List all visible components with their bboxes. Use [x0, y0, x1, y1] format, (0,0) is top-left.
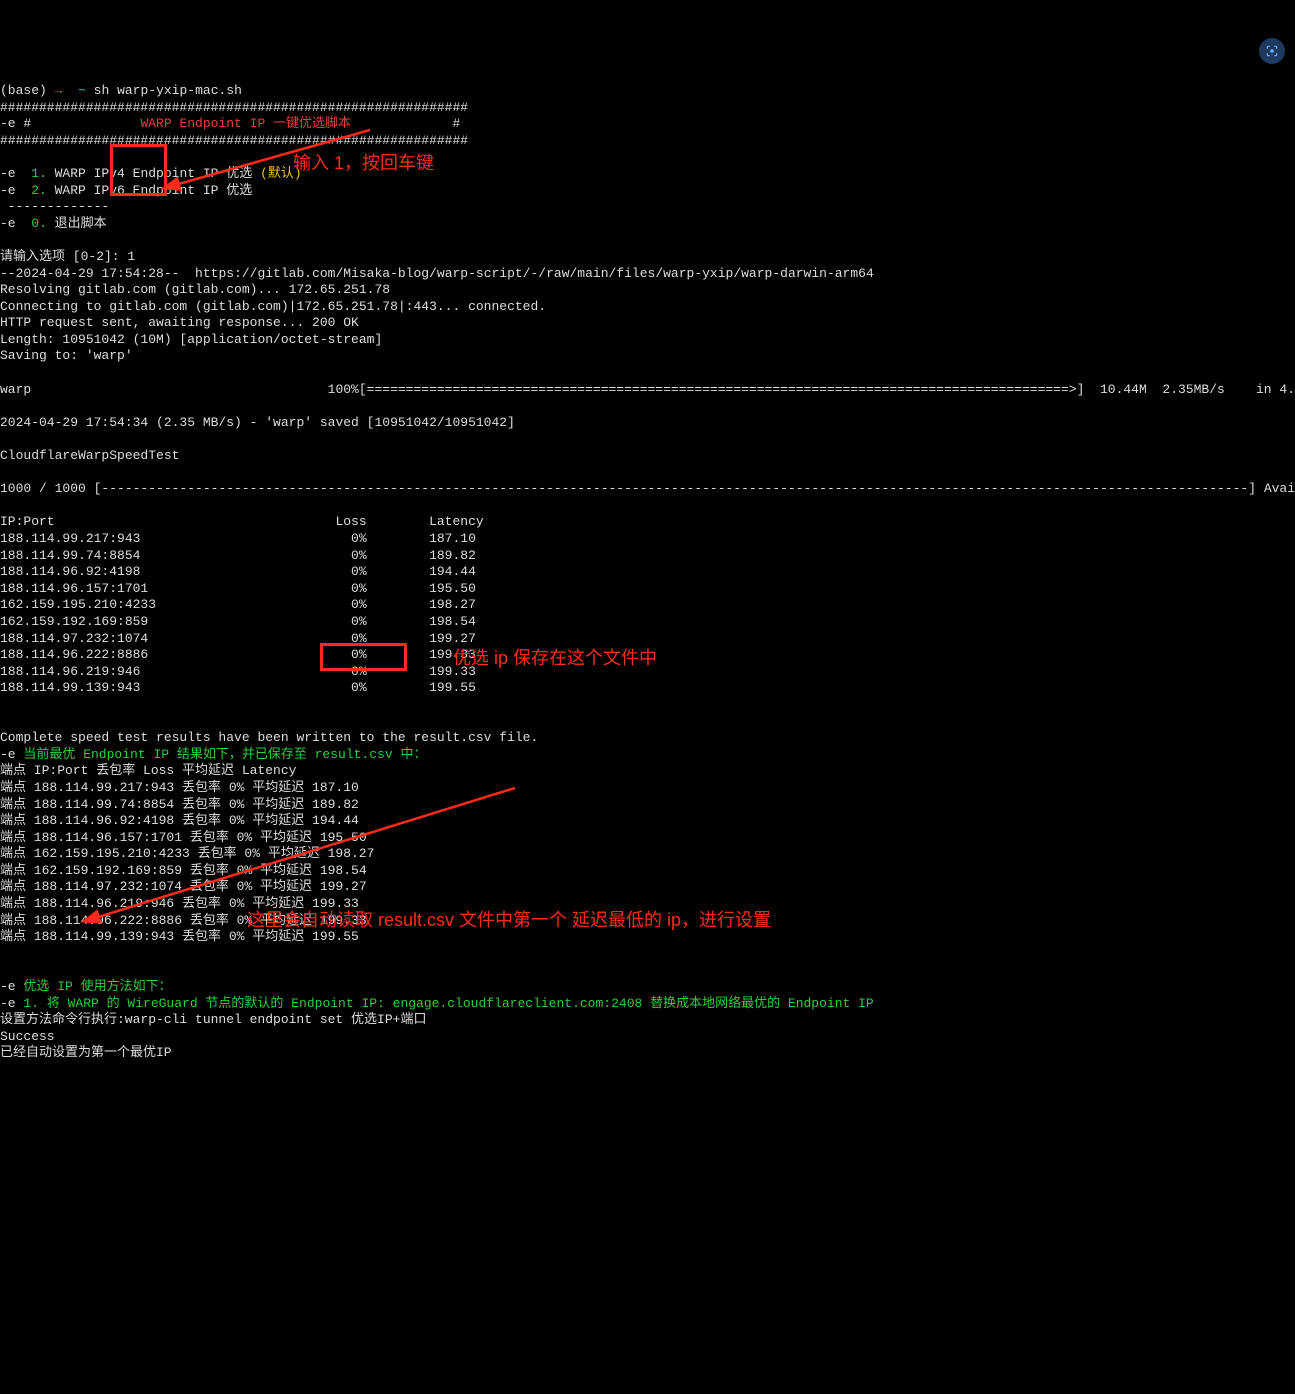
prompt-arrow-icon: → — [55, 83, 63, 98]
annotation-text-1: 输入 1，按回车键 — [293, 155, 434, 172]
menu-2-num: 2. — [31, 183, 47, 198]
usage-success: Success — [0, 1029, 55, 1044]
usage-pre: -e — [0, 979, 23, 994]
banner-prefix: -e # — [0, 116, 31, 131]
input-prompt: 请输入选项 [0-2]: — [0, 249, 127, 264]
best-file: result.csv — [315, 747, 393, 762]
menu-0-pre: -e — [0, 216, 31, 231]
wget-http: HTTP request sent, awaiting response... … — [0, 315, 359, 330]
menu-0-txt: 退出脚本 — [47, 216, 107, 231]
wget-saved: 2024-04-29 17:54:34 (2.35 MB/s) - 'warp'… — [0, 415, 515, 430]
hashline-2: ########################################… — [0, 133, 468, 148]
speedtest-rows: 188.114.99.217:943 0% 187.10 188.114.99.… — [0, 531, 1295, 697]
usage-cmd: 设置方法命令行执行:warp-cli tunnel endpoint set 优… — [0, 1012, 426, 1027]
speedtest-header: IP:Port Loss Latency — [0, 514, 484, 529]
menu-2-pre: -e — [0, 183, 31, 198]
wget-progress: warp 100%[==============================… — [0, 382, 1295, 397]
prompt-base: (base) — [0, 83, 47, 98]
annotation-text-2: 优选 ip 保存在这个文件中 — [453, 650, 657, 667]
usage-title: 优选 IP 使用方法如下： — [23, 979, 171, 994]
annotation-text-3: 这里会自动读取 result.csv 文件中第一个 延迟最低的 ip，进行设置 — [247, 912, 771, 929]
speedtest-counter: 1000 / 1000 [ — [0, 481, 101, 496]
wget-url: https://gitlab.com/Misaka-blog/warp-scri… — [195, 266, 874, 281]
annotation-box-input — [110, 144, 167, 196]
best-a: 当前最优 Endpoint IP 结果如下，并已保存至 — [23, 747, 314, 762]
banner-suffix: # — [351, 116, 460, 131]
speedtest-avail-lbl: ] Available: — [1248, 481, 1295, 496]
best-b: 中： — [393, 747, 427, 762]
prompt-cmd: sh warp-yxip-mac.sh — [94, 83, 242, 98]
lens-icon[interactable] — [1259, 38, 1285, 64]
input-value[interactable]: 1 — [127, 249, 135, 264]
menu-0-num: 0. — [31, 216, 47, 231]
speedtest-dash: ----------------------------------------… — [101, 481, 1248, 496]
wget-resolve: Resolving gitlab.com (gitlab.com)... 172… — [0, 282, 390, 297]
usage-l1: 1. 将 WARP 的 WireGuard 节点的默认的 Endpoint IP… — [23, 996, 873, 1011]
hashline: ########################################… — [0, 100, 468, 115]
menu-1-pre: -e — [0, 166, 31, 181]
annotation-box-resultcsv — [320, 643, 407, 671]
menu-1-num: 1. — [31, 166, 47, 181]
best-pre: -e — [0, 747, 23, 762]
wget-saving: Saving to: 'warp' — [0, 348, 133, 363]
wget-ts: --2024-04-29 17:54:28-- — [0, 266, 195, 281]
prompt-tilde: ~ — [78, 83, 86, 98]
wget-connect: Connecting to gitlab.com (gitlab.com)|17… — [0, 299, 546, 314]
menu-dash: ------------- — [0, 199, 109, 214]
complete-msg: Complete speed test results have been wr… — [0, 730, 538, 745]
usage-pre2: -e — [0, 996, 23, 1011]
best-header: 端点 IP:Port 丢包率 Loss 平均延迟 Latency — [0, 763, 296, 778]
wget-length: Length: 10951042 (10M) [application/octe… — [0, 332, 382, 347]
usage-done: 已经自动设置为第一个最优IP — [0, 1045, 172, 1060]
speedtest-title: CloudflareWarpSpeedTest — [0, 448, 179, 463]
banner-title: WARP Endpoint IP 一键优选脚本 — [140, 116, 351, 131]
